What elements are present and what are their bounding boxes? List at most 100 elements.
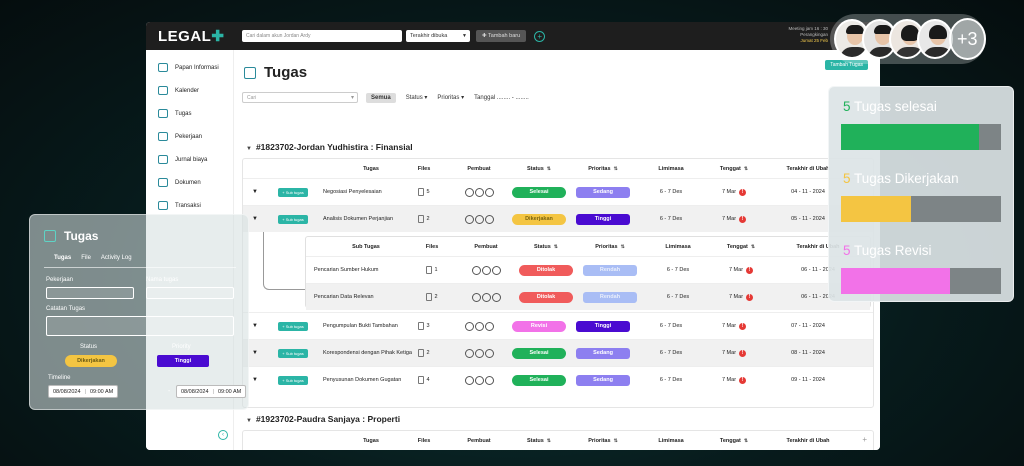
status-badge[interactable]: Selesai — [512, 374, 566, 386]
sidebar-item[interactable]: Papan Informasi — [146, 56, 233, 79]
stat-progress-fill — [841, 196, 912, 222]
sort-icon[interactable]: ⇅ — [744, 438, 748, 444]
task-name[interactable]: Pencarian Data Relevan — [314, 284, 418, 310]
start-datetime-input[interactable]: 08/08/2024 | 09:00 AM — [48, 385, 119, 398]
add-subtask-button[interactable]: + Sub tugas — [278, 348, 308, 358]
tab-file[interactable]: File — [81, 255, 91, 261]
column-prioritas[interactable]: Prioritas ⇅ — [576, 237, 644, 256]
add-subtask-button[interactable]: + Sub tugas — [278, 375, 308, 385]
task-name[interactable]: Penyusunan Dokumen Gugatan — [323, 367, 419, 393]
status-badge[interactable]: Selesai — [512, 186, 566, 198]
plus-circle-icon[interactable]: + — [534, 30, 546, 42]
sort-icon[interactable]: ⇅ — [751, 244, 755, 250]
task-name[interactable]: Pengumpulan Bukti Tambahan — [323, 313, 419, 339]
file-count[interactable]: 1 — [426, 266, 438, 274]
sort-icon[interactable]: ⇅ — [621, 244, 625, 250]
table-row[interactable]: ▼ + Sub tugas Penyusunan Dokumen Gugatan 4 S… — [243, 366, 873, 393]
add-subtask-button[interactable]: + Sub tugas — [278, 321, 308, 331]
filter-all[interactable]: Semua — [366, 92, 396, 103]
task-name[interactable]: Negosiasi Penyelesaian — [323, 179, 419, 205]
filter-date[interactable]: Tanggal ........ - ........ — [474, 95, 529, 101]
column-tenggat[interactable]: Tenggat ⇅ — [705, 431, 763, 450]
sidebar-item[interactable]: Dokumen — [146, 171, 233, 194]
column-status[interactable]: Status ⇅ — [512, 237, 580, 256]
column-prioritas[interactable]: Prioritas ⇅ — [569, 159, 637, 178]
table-row[interactable]: ▼ + Sub tugas Analisis Dokumen Perjanjian 2… — [243, 205, 873, 232]
group-title[interactable]: ▼ #1823702-Jordan Yudhistira : Finansial — [246, 142, 413, 152]
user-icon — [471, 265, 481, 275]
column-tenggat[interactable]: Tenggat ⇅ — [705, 159, 763, 178]
expand-chevron-icon[interactable]: ▼ — [249, 367, 261, 393]
catatan-field[interactable] — [46, 316, 234, 336]
subtask-area: Sub Tugas Files Pembuat Status ⇅ Prioritas ⇅ Li… — [243, 232, 873, 312]
sort-icon[interactable]: ⇅ — [744, 166, 748, 172]
table-row[interactable]: ▼ + Sub tugas Negosiasi Penyelesaian 5 Seles… — [243, 178, 873, 205]
table-row[interactable]: Pencarian Data Relevan 2 Ditolak Rendah 6 - … — [306, 283, 870, 310]
add-new-button[interactable]: ✚ Tambah baru — [476, 30, 527, 42]
status-select[interactable]: Dikerjakan — [65, 355, 117, 367]
column-status[interactable]: Status ⇅ — [505, 159, 573, 178]
status-badge[interactable]: Ditolak — [519, 264, 573, 276]
column-status[interactable]: Status ⇅ — [505, 431, 573, 450]
global-search-input[interactable]: Cari dalam akun Jordan Ardy — [242, 30, 402, 42]
priority-badge[interactable]: Rendah — [583, 264, 637, 276]
table-row[interactable]: ▼ + Sub tugas Korespondensi dengan Pihak K… — [243, 339, 873, 366]
priority-badge[interactable]: Rendah — [583, 291, 637, 303]
sort-select[interactable]: Terakhir dibuka ▼ — [406, 30, 470, 42]
overdue-alert-icon: ! — [739, 349, 747, 357]
nama-tugas-field[interactable] — [146, 287, 234, 299]
task-name[interactable]: Pencarian Sumber Hukum — [314, 257, 418, 283]
table-row[interactable]: ▼ + Sub tugas Pengumpulan Bukti Tambahan 3 R… — [243, 312, 873, 339]
expand-chevron-icon[interactable]: ▼ — [249, 340, 261, 366]
sort-icon[interactable]: ⇅ — [547, 438, 551, 444]
priority-badge[interactable]: Tinggi — [576, 320, 630, 332]
status-badge[interactable]: Selesai — [512, 347, 566, 359]
priority-badge[interactable]: Sedang — [576, 347, 630, 359]
team-avatars[interactable]: +3 — [830, 14, 986, 64]
tab-activity-log[interactable]: Activity Log — [101, 255, 132, 261]
priority-badge[interactable]: Tinggi — [576, 213, 630, 225]
task-name[interactable]: Analisis Dokumen Perjanjian — [323, 206, 419, 232]
end-datetime-input[interactable]: 08/08/2024 | 09:00 AM — [176, 385, 247, 398]
task-name[interactable]: Korespondensi dengan Pihak Ketiga — [323, 340, 419, 366]
sidebar-item[interactable]: Jurnal biaya — [146, 148, 233, 171]
file-count[interactable]: 2 — [418, 215, 430, 223]
sidebar-item[interactable]: Pekerjaan — [146, 125, 233, 148]
add-subtask-button[interactable]: + Sub tugas — [278, 187, 308, 197]
filter-priority[interactable]: Prioritas ▾ — [437, 94, 464, 101]
sort-icon[interactable]: ⇅ — [614, 166, 618, 172]
file-count[interactable]: 2 — [426, 293, 438, 301]
sort-icon[interactable]: ⇅ — [547, 166, 551, 172]
table-row[interactable]: Pencarian Sumber Hukum 1 Ditolak Rendah 6 - … — [306, 256, 870, 283]
expand-chevron-icon[interactable]: ▼ — [249, 313, 261, 339]
file-count[interactable]: 5 — [418, 188, 430, 196]
add-subtask-button[interactable]: + Sub tugas — [278, 214, 308, 224]
add-column-icon[interactable]: + — [862, 435, 867, 444]
status-badge[interactable]: Dikerjakan — [512, 213, 566, 225]
pekerjaan-field[interactable] — [46, 287, 134, 299]
priority-badge[interactable]: Sedang — [576, 186, 630, 198]
creator-avatars — [464, 187, 494, 197]
sort-icon[interactable]: ⇅ — [554, 244, 558, 250]
task-search-input[interactable]: Cari ▾ — [242, 92, 358, 103]
priority-badge[interactable]: Sedang — [576, 374, 630, 386]
expand-chevron-icon[interactable]: ▼ — [249, 206, 261, 232]
sidebar-item[interactable]: Kalender — [146, 79, 233, 102]
file-count[interactable]: 2 — [418, 349, 430, 357]
status-badge[interactable]: Revisi — [512, 320, 566, 332]
column-prioritas[interactable]: Prioritas ⇅ — [569, 431, 637, 450]
file-count[interactable]: 3 — [418, 322, 430, 330]
sort-icon[interactable]: ⇅ — [614, 438, 618, 444]
more-members-badge[interactable]: +3 — [948, 18, 986, 60]
group-title[interactable]: ▼ #1923702-Paudra Sanjaya : Properti — [246, 414, 400, 424]
filter-status[interactable]: Status ▾ — [406, 94, 428, 101]
tab-tugas[interactable]: Tugas — [54, 255, 71, 261]
column-tenggat[interactable]: Tenggat ⇅ — [712, 237, 770, 256]
expand-chevron-icon[interactable]: ▼ — [249, 179, 261, 205]
overdue-alert-icon: ! — [739, 215, 747, 223]
priority-select[interactable]: Tinggi — [157, 355, 209, 367]
status-badge[interactable]: Ditolak — [519, 291, 573, 303]
file-count[interactable]: 4 — [418, 376, 430, 384]
collapse-sidebar-icon[interactable]: ‹ — [218, 430, 228, 440]
sidebar-item[interactable]: Tugas — [146, 102, 233, 125]
